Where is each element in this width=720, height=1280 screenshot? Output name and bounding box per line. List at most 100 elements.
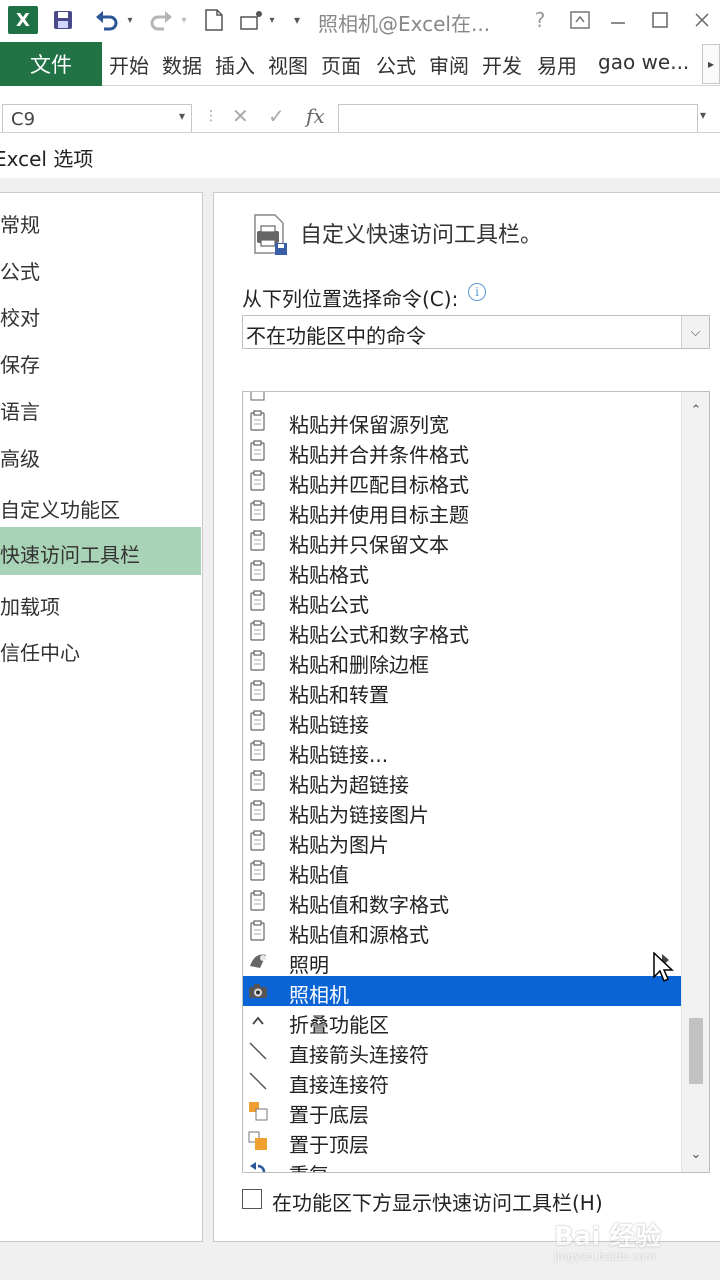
command-item[interactable]: 粘贴并只保留文本	[243, 526, 681, 557]
help-button[interactable]: ?	[528, 6, 552, 34]
tab-formulas[interactable]: 公式	[376, 50, 416, 79]
insert-function-icon[interactable]: fx	[306, 104, 325, 128]
new-file-icon[interactable]	[202, 6, 226, 34]
tab-page[interactable]: 页面	[321, 50, 361, 79]
tab-developer[interactable]: 开发	[482, 50, 522, 79]
scroll-thumb[interactable]	[689, 1018, 703, 1084]
formula-input[interactable]	[338, 104, 698, 132]
paste-merge-conditional-icon	[250, 440, 265, 461]
customize-qat-icon[interactable]: ▾	[288, 6, 306, 34]
command-item[interactable]: 粘贴链接...	[243, 736, 681, 767]
touch-mode-dropdown-icon[interactable]: ▾	[266, 6, 278, 34]
command-item[interactable]: 粘贴并使用目标主题	[243, 496, 681, 527]
nav-item-advanced[interactable]: 高级	[0, 431, 201, 475]
lighting-icon	[250, 954, 266, 968]
ribbon-display-icon[interactable]	[566, 6, 594, 34]
command-item-partial[interactable]	[243, 392, 681, 406]
command-item-label: 照明	[289, 953, 329, 977]
maximize-icon[interactable]	[646, 6, 674, 34]
command-item[interactable]: 粘贴链接	[243, 706, 681, 737]
nav-item-proofing[interactable]: 校对	[0, 290, 201, 334]
command-item-label: 粘贴并只保留文本	[289, 533, 449, 557]
excel-logo-icon[interactable]: X	[8, 6, 38, 34]
command-item[interactable]: 粘贴并合并条件格式	[243, 436, 681, 467]
command-item-label: 粘贴并保留源列宽	[289, 413, 449, 437]
save-icon[interactable]	[50, 6, 76, 34]
command-list[interactable]: 粘贴并保留源列宽 粘贴并合并条件格式粘贴并匹配目标格式 粘贴并使用目标主题粘贴并只保…	[242, 391, 710, 1173]
command-item[interactable]: 置于顶层	[243, 1126, 681, 1157]
command-item-label: 粘贴格式	[289, 563, 369, 587]
drag-handle-icon[interactable]: ⋮	[204, 108, 218, 124]
command-item[interactable]: 粘贴值和源格式	[243, 916, 681, 947]
tab-file[interactable]: 文件	[0, 42, 102, 86]
paste-match-destination-icon	[250, 470, 265, 491]
tab-easy-use[interactable]: 易用	[537, 50, 577, 79]
tab-view[interactable]: 视图	[268, 50, 308, 79]
command-item[interactable]: 置于底层	[243, 1096, 681, 1127]
scroll-down-icon[interactable]: ⌄	[682, 1140, 709, 1168]
paste-values-source-format-icon	[250, 920, 265, 941]
command-item[interactable]: 粘贴格式	[243, 556, 681, 587]
command-item[interactable]: 粘贴公式	[243, 586, 681, 617]
command-item[interactable]: 粘贴并保留源列宽	[243, 406, 681, 437]
command-item[interactable]: 直接箭头连接符	[243, 1036, 681, 1067]
nav-item-formulas[interactable]: 公式	[0, 244, 201, 288]
paste-transpose-icon	[250, 680, 265, 701]
undo-dropdown-icon[interactable]: ▾	[124, 6, 136, 34]
options-content: 自定义快速访问工具栏。 从下列位置选择命令(C): i 不在功能区中的命令 ⌵ …	[213, 192, 720, 1242]
command-item-label: 粘贴公式和数字格式	[289, 623, 469, 647]
choose-commands-value: 不在功能区中的命令	[246, 324, 426, 348]
nav-item-quick-access-toolbar[interactable]: 快速访问工具栏	[0, 527, 201, 575]
tab-home[interactable]: 开始	[109, 50, 149, 79]
name-box[interactable]: C9 ▾	[2, 104, 192, 132]
command-item[interactable]: 照明	[243, 946, 681, 977]
close-icon[interactable]	[688, 6, 716, 34]
command-item[interactable]: 粘贴值和数字格式	[243, 886, 681, 917]
command-item[interactable]: 粘贴为图片	[243, 826, 681, 857]
command-item[interactable]: 折叠功能区	[243, 1006, 681, 1037]
command-item[interactable]: 粘贴公式和数字格式	[243, 616, 681, 647]
paste-link-dialog-icon	[250, 740, 265, 761]
nav-item-add-ins[interactable]: 加载项	[0, 579, 201, 623]
ribbon-tabs: 文件 开始 数据 插入 视图 页面 公式 审阅 开发 易用 gao we... …	[0, 40, 720, 86]
show-below-ribbon-checkbox[interactable]	[242, 1189, 262, 1209]
info-icon[interactable]: i	[468, 283, 486, 301]
enter-check-icon[interactable]: ✓	[268, 104, 285, 128]
command-item[interactable]: 照相机	[243, 976, 681, 1007]
command-list-scrollbar[interactable]: ⌃ ⌄	[681, 392, 709, 1172]
chevron-down-icon[interactable]: ⌵	[681, 316, 709, 348]
command-item-label: 粘贴链接	[289, 713, 369, 737]
command-item[interactable]: 粘贴为链接图片	[243, 796, 681, 827]
command-item[interactable]: 粘贴和删除边框	[243, 646, 681, 677]
expand-formula-icon[interactable]: ▾	[700, 108, 706, 122]
command-item-label: 粘贴值和数字格式	[289, 893, 449, 917]
touch-mode-icon[interactable]	[238, 6, 266, 34]
command-item-label: 粘贴并匹配目标格式	[289, 473, 469, 497]
chevron-down-icon[interactable]: ▾	[179, 109, 185, 123]
command-item[interactable]: 粘贴和转置	[243, 676, 681, 707]
tab-data[interactable]: 数据	[162, 50, 202, 79]
command-item[interactable]: 粘贴并匹配目标格式	[243, 466, 681, 497]
command-item[interactable]: 重复	[243, 1156, 681, 1172]
dialog-header: Excel 选项	[0, 132, 720, 178]
command-item[interactable]: 粘贴值	[243, 856, 681, 887]
scroll-up-icon[interactable]: ⌃	[682, 396, 709, 424]
nav-item-save[interactable]: 保存	[0, 337, 201, 381]
cancel-icon[interactable]: ✕	[232, 104, 249, 128]
minimize-icon[interactable]	[604, 6, 632, 34]
straight-arrow-connector-icon	[249, 1042, 267, 1060]
user-account[interactable]: gao we...	[598, 50, 689, 74]
tab-review[interactable]: 审阅	[429, 50, 469, 79]
redo-dropdown-icon[interactable]: ▾	[178, 6, 190, 34]
choose-commands-dropdown[interactable]: 不在功能区中的命令 ⌵	[242, 315, 710, 349]
nav-item-general[interactable]: 常规	[0, 197, 201, 241]
nav-item-language[interactable]: 语言	[0, 384, 201, 428]
command-item[interactable]: 直接连接符	[243, 1066, 681, 1097]
command-item[interactable]: 粘贴为超链接	[243, 766, 681, 797]
nav-item-trust-center[interactable]: 信任中心	[0, 625, 201, 669]
ribbon-scroll-right-icon[interactable]: ▸	[702, 44, 720, 84]
undo-icon[interactable]	[92, 6, 122, 34]
nav-item-customize-ribbon[interactable]: 自定义功能区	[0, 482, 201, 526]
redo-icon[interactable]	[146, 6, 176, 34]
tab-insert[interactable]: 插入	[215, 50, 255, 79]
